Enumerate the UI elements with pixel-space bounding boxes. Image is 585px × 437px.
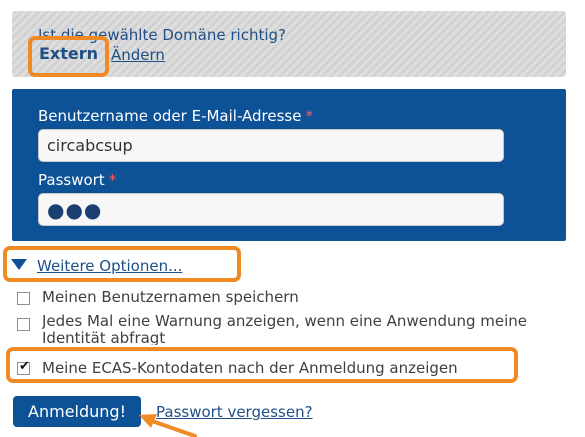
show-account-data-label: Meine ECAS-Kontodaten nach der Anmeldung… xyxy=(42,359,458,377)
warn-each-time-checkbox[interactable] xyxy=(17,318,30,331)
change-domain-link[interactable]: Ändern xyxy=(111,46,165,64)
username-input[interactable] xyxy=(38,129,504,162)
domain-question: Ist die gewählte Domäne richtig? xyxy=(38,26,286,44)
password-label-text: Passwort xyxy=(38,171,105,189)
remember-username-checkbox[interactable] xyxy=(17,292,30,305)
password-label: Passwort * xyxy=(38,171,116,189)
required-marker: * xyxy=(305,107,313,125)
username-label: Benutzername oder E-Mail-Adresse * xyxy=(38,107,313,125)
caret-down-icon[interactable] xyxy=(11,259,27,270)
warn-each-time-label: Jedes Mal eine Warnung anzeigen, wenn ei… xyxy=(42,313,528,345)
login-button[interactable]: Anmeldung! xyxy=(13,396,141,427)
domain-value: Extern xyxy=(39,44,99,63)
password-input[interactable] xyxy=(38,193,504,226)
show-account-data-checkbox[interactable]: ✔ xyxy=(17,359,30,375)
more-options-link[interactable]: Weitere Optionen... xyxy=(37,257,182,275)
warn-each-time-label-box: Jedes Mal eine Warnung anzeigen, wenn ei… xyxy=(42,313,562,345)
checkmark-icon: ✔ xyxy=(19,359,30,374)
remember-username-label: Meinen Benutzernamen speichern xyxy=(42,288,299,306)
username-label-text: Benutzername oder E-Mail-Adresse xyxy=(38,107,302,125)
pointer-arrow-icon xyxy=(139,414,197,437)
required-marker: * xyxy=(108,171,117,189)
